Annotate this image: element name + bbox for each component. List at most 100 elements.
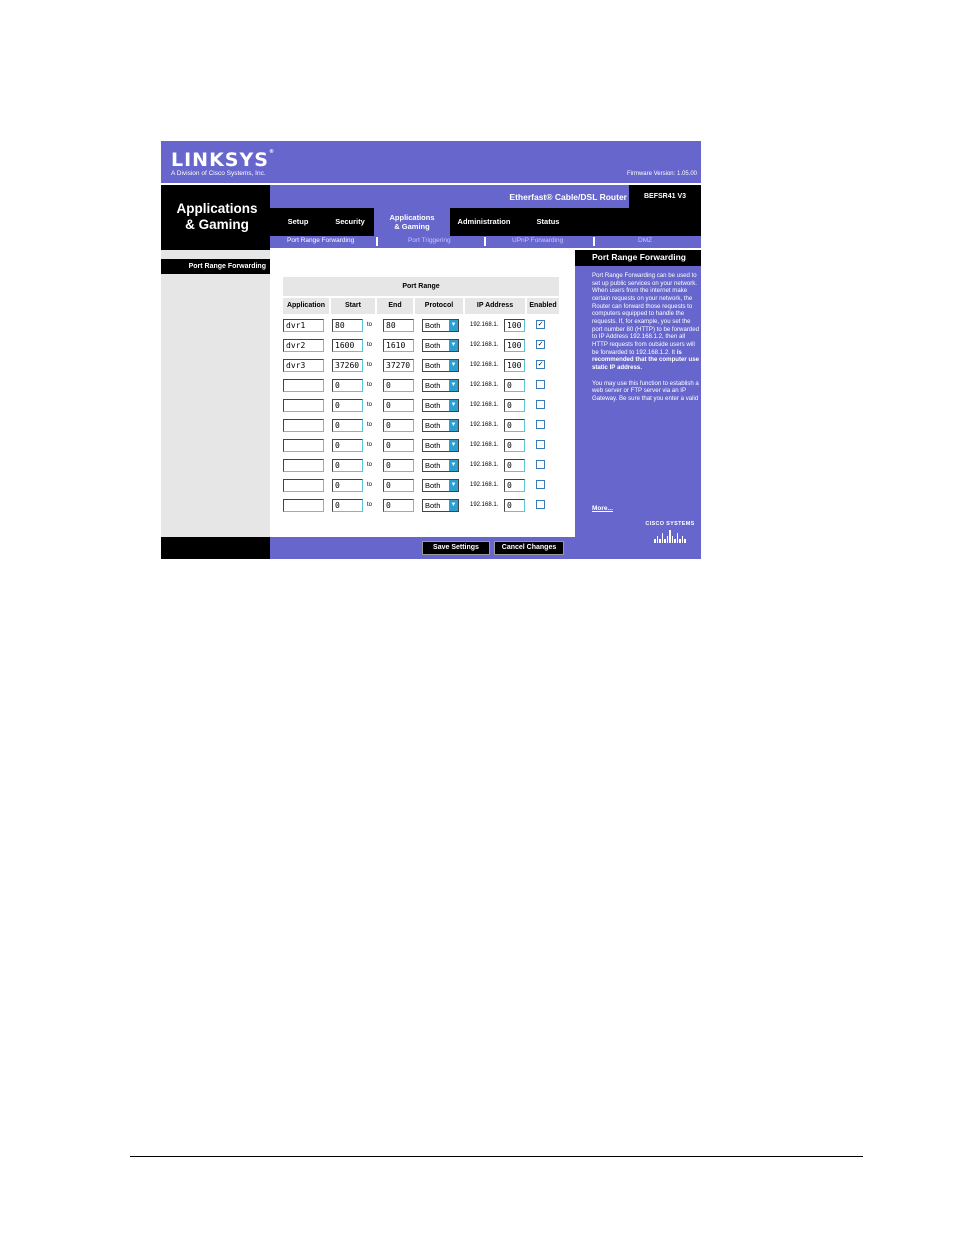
start-port-input[interactable]: 1600: [332, 339, 363, 352]
end-port-input[interactable]: 37270: [383, 359, 414, 372]
start-port-input[interactable]: 0: [332, 419, 363, 432]
subtab-port-range-forwarding[interactable]: Port Range Forwarding: [287, 237, 354, 244]
firmware-version: Firmware Version: 1.05.00: [626, 171, 697, 177]
save-settings-button[interactable]: Save Settings: [422, 541, 490, 555]
subtab-dmz[interactable]: DMZ: [638, 237, 652, 244]
protocol-select[interactable]: Both ▼: [422, 319, 459, 332]
chevron-down-icon: ▼: [449, 460, 458, 471]
to-label: to: [367, 402, 373, 408]
enabled-checkbox[interactable]: [536, 380, 545, 389]
help-more-link[interactable]: More...: [592, 505, 613, 512]
to-label: to: [367, 482, 373, 488]
ip-prefix: 192.168.1.: [470, 342, 499, 348]
logo-subtitle: A Division of Cisco Systems, Inc.: [171, 170, 266, 177]
subtab-upnp-forwarding[interactable]: UPnP Forwarding: [512, 237, 563, 244]
col-enabled: Enabled: [527, 298, 559, 314]
to-label: to: [367, 422, 373, 428]
to-label: to: [367, 462, 373, 468]
col-ip-address: IP Address: [465, 298, 525, 314]
application-name-input[interactable]: [283, 399, 324, 412]
protocol-select[interactable]: Both ▼: [422, 499, 459, 512]
start-port-input[interactable]: 0: [332, 459, 363, 472]
section-title: Applications & Gaming: [176, 201, 258, 232]
enabled-checkbox[interactable]: [536, 400, 545, 409]
start-port-input[interactable]: 0: [332, 479, 363, 492]
chevron-down-icon: ▼: [449, 500, 458, 511]
tab-security[interactable]: Security: [328, 208, 372, 236]
enabled-checkbox[interactable]: [536, 480, 545, 489]
enabled-checkbox[interactable]: [536, 460, 545, 469]
start-port-input[interactable]: 0: [332, 439, 363, 452]
tab-applications-gaming[interactable]: Applications & Gaming: [374, 208, 450, 236]
ip-last-octet-input[interactable]: 0: [504, 379, 525, 392]
tab-setup[interactable]: Setup: [276, 208, 320, 236]
end-port-input[interactable]: 0: [383, 379, 414, 392]
enabled-checkbox[interactable]: [536, 500, 545, 509]
application-name-input[interactable]: dvr2: [283, 339, 324, 352]
tab-administration[interactable]: Administration: [452, 208, 516, 236]
ip-last-octet-input[interactable]: 100: [504, 319, 525, 332]
ip-last-octet-input[interactable]: 100: [504, 359, 525, 372]
chevron-down-icon: ▼: [449, 360, 458, 371]
start-port-input[interactable]: 0: [332, 379, 363, 392]
ip-last-octet-input[interactable]: 0: [504, 419, 525, 432]
ip-last-octet-input[interactable]: 0: [504, 439, 525, 452]
protocol-select[interactable]: Both ▼: [422, 359, 459, 372]
ip-last-octet-input[interactable]: 100: [504, 339, 525, 352]
end-port-input[interactable]: 0: [383, 459, 414, 472]
application-name-input[interactable]: [283, 499, 324, 512]
application-name-input[interactable]: [283, 459, 324, 472]
ip-prefix: 192.168.1.: [470, 382, 499, 388]
col-end: End: [377, 298, 413, 314]
chevron-down-icon: ▼: [449, 320, 458, 331]
application-name-input[interactable]: dvr1: [283, 319, 324, 332]
protocol-select[interactable]: Both ▼: [422, 479, 459, 492]
cancel-changes-button[interactable]: Cancel Changes: [494, 541, 564, 555]
to-label: to: [367, 342, 373, 348]
product-name: Etherfast® Cable/DSL Router: [509, 192, 627, 202]
protocol-select[interactable]: Both ▼: [422, 339, 459, 352]
subtab-port-triggering[interactable]: Port Triggering: [408, 237, 451, 244]
application-name-input[interactable]: [283, 479, 324, 492]
protocol-select[interactable]: Both ▼: [422, 459, 459, 472]
end-port-input[interactable]: 0: [383, 419, 414, 432]
ip-last-octet-input[interactable]: 0: [504, 499, 525, 512]
protocol-select[interactable]: Both ▼: [422, 379, 459, 392]
enabled-checkbox[interactable]: ✓: [536, 360, 545, 369]
ip-prefix: 192.168.1.: [470, 402, 499, 408]
enabled-checkbox[interactable]: ✓: [536, 340, 545, 349]
end-port-input[interactable]: 0: [383, 399, 414, 412]
to-label: to: [367, 382, 373, 388]
end-port-input[interactable]: 1610: [383, 339, 414, 352]
ip-last-octet-input[interactable]: 0: [504, 459, 525, 472]
application-name-input[interactable]: [283, 419, 324, 432]
ip-prefix: 192.168.1.: [470, 422, 499, 428]
start-port-input[interactable]: 0: [332, 399, 363, 412]
end-port-input[interactable]: 80: [383, 319, 414, 332]
col-protocol: Protocol: [415, 298, 463, 314]
main-content: Port Range Application Start End Protoco…: [270, 250, 575, 537]
ip-last-octet-input[interactable]: 0: [504, 479, 525, 492]
start-port-input[interactable]: 37260: [332, 359, 363, 372]
application-name-input[interactable]: [283, 379, 324, 392]
tab-status[interactable]: Status: [528, 208, 568, 236]
application-name-input[interactable]: dvr3: [283, 359, 324, 372]
protocol-select[interactable]: Both ▼: [422, 419, 459, 432]
enabled-checkbox[interactable]: [536, 420, 545, 429]
linksys-logo: LINKSYS®: [171, 149, 275, 171]
sidebar-heading: Port Range Forwarding: [161, 259, 270, 274]
end-port-input[interactable]: 0: [383, 439, 414, 452]
help-panel: Port Range Forwarding Port Range Forward…: [575, 250, 701, 559]
end-port-input[interactable]: 0: [383, 499, 414, 512]
ip-prefix: 192.168.1.: [470, 482, 499, 488]
application-name-input[interactable]: [283, 439, 324, 452]
enabled-checkbox[interactable]: ✓: [536, 320, 545, 329]
start-port-input[interactable]: 0: [332, 499, 363, 512]
ip-last-octet-input[interactable]: 0: [504, 399, 525, 412]
start-port-input[interactable]: 80: [332, 319, 363, 332]
enabled-checkbox[interactable]: [536, 440, 545, 449]
ip-prefix: 192.168.1.: [470, 322, 499, 328]
end-port-input[interactable]: 0: [383, 479, 414, 492]
protocol-select[interactable]: Both ▼: [422, 439, 459, 452]
protocol-select[interactable]: Both ▼: [422, 399, 459, 412]
